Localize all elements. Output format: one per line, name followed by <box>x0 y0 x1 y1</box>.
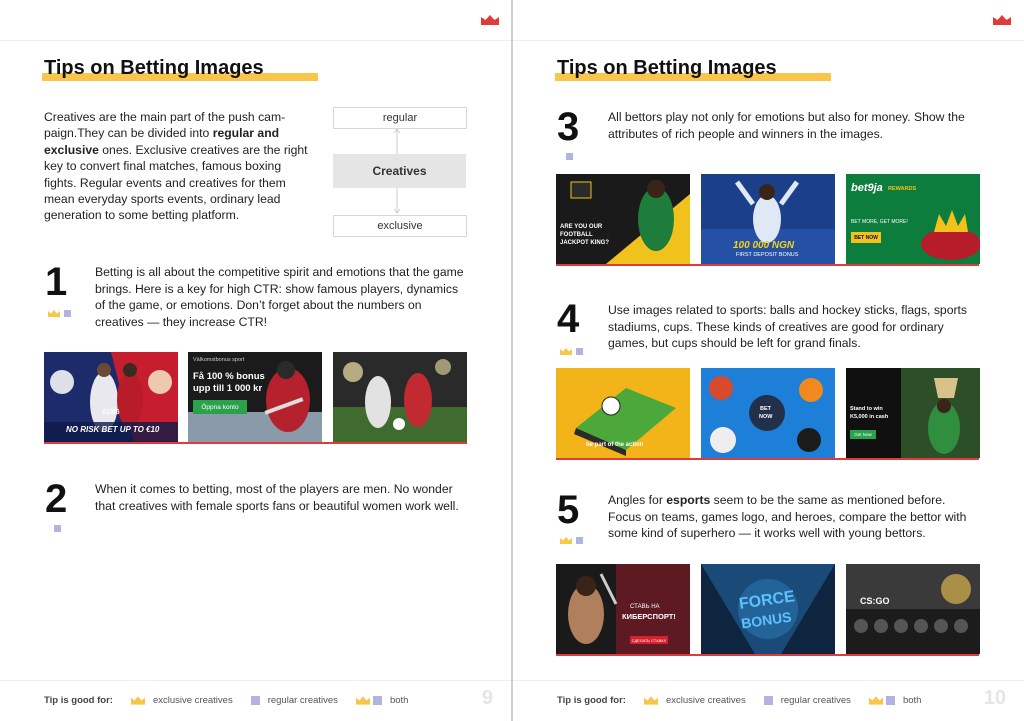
crown-icon <box>48 310 60 317</box>
banner-line1: ARE YOU OUR <box>560 224 603 230</box>
legend-both: both <box>389 694 409 706</box>
square-icon <box>566 153 573 160</box>
banner-sub: FIRST DEPOSIT BONUS <box>736 252 799 258</box>
banner-bet9ja: bet9ja REWARDS BET MORE, GET MORE! BET N… <box>846 174 980 264</box>
banner-line1: СТАВЬ НА <box>630 604 660 610</box>
tip-4-text: Use images related to sports: balls and … <box>608 303 968 351</box>
diagram-regular-box: regular <box>333 107 467 129</box>
tip-3-banners: ARE YOU OUR FOOTBALL JACKPOT KING? 100 0… <box>556 174 980 266</box>
bottom-divider <box>0 680 511 681</box>
legend-both: both <box>902 694 922 706</box>
page-left: Tips on Betting Images Creatives are the… <box>0 0 511 721</box>
banner-phone-pitch: be part of the action <box>556 368 690 458</box>
banner-bonus-line2: upp till 1 000 kr <box>193 383 263 394</box>
banner-caption: be part of the action <box>586 442 644 448</box>
legend-label: Tip is good for: <box>557 694 626 706</box>
legend: Tip is good for: exclusive creatives reg… <box>44 693 408 707</box>
tip-2-text: When it comes to betting, most of the pl… <box>95 482 459 513</box>
banner-sports-balls: BET NOW <box>701 368 835 458</box>
tip-number-3: 3 <box>557 105 580 149</box>
banner-bet-button: СДЕЛАТЬ СТАВКУ <box>630 636 668 644</box>
tip-5-text: Angles for esports seem to be the same a… <box>608 493 967 541</box>
banner-amount: 100 000 NGN <box>733 240 795 251</box>
legend-regular: regular creatives <box>780 694 851 706</box>
diagram-exclusive-box: exclusive <box>333 215 467 237</box>
banner-line3: JACKPOT KING? <box>560 240 610 246</box>
banner-underline <box>556 458 979 460</box>
tip-5-banners: СТАВЬ НА КИБЕРСПОРТ! СДЕЛАТЬ СТАВКУ FORC… <box>556 564 980 656</box>
banner-underline <box>556 264 979 266</box>
banner-jackpot-king: ARE YOU OUR FOOTBALL JACKPOT KING? <box>556 174 690 264</box>
arrow-up-icon <box>393 128 401 154</box>
legend-regular: regular creatives <box>267 694 338 706</box>
page-number: 9 <box>481 687 493 709</box>
square-icon <box>576 537 583 544</box>
page-number: 10 <box>983 687 1006 709</box>
banner-tag: BET MORE, GET MORE! <box>851 219 908 225</box>
tip-number-1: 1 <box>45 260 68 304</box>
legend-label: Tip is good for: <box>44 694 113 706</box>
banner-get-now-button: Get Now <box>850 430 876 439</box>
diagram-creatives-box: Creatives <box>333 154 466 188</box>
banner-small-text: Välkomstbonus sport <box>193 357 245 363</box>
banner-now: NOW <box>759 414 773 420</box>
banner-underline <box>44 442 467 444</box>
top-divider <box>513 40 1024 41</box>
banner-brand: bet9ja <box>851 182 883 194</box>
crown-icon <box>643 695 658 705</box>
square-icon <box>64 310 71 317</box>
square-icon <box>885 695 895 705</box>
page-title: Tips on Betting Images <box>44 57 264 79</box>
banner-trophy: Stand to win K5,000 in cash Get Now <box>846 368 980 458</box>
tip-number-4: 4 <box>557 297 580 341</box>
tip-3-text: All bettors play not only for emotions b… <box>608 110 965 141</box>
tip-1-text: Betting is all about the competitive spi… <box>95 265 464 329</box>
crown-icon <box>560 348 572 355</box>
banner-line2: FOOTBALL <box>560 232 593 238</box>
crown-icon <box>868 695 883 705</box>
arrow-down-icon <box>393 188 401 214</box>
banner-bonus-line1: Få 100 % bonus <box>193 371 265 382</box>
banner-csgo-lol: CS:GO <box>846 564 980 654</box>
banner-underline <box>556 654 979 656</box>
legend-exclusive: exclusive creatives <box>152 694 233 706</box>
banner-line1: Stand to win <box>850 406 883 412</box>
tip-number-2: 2 <box>45 477 68 521</box>
banner-cybersport: СТАВЬ НА КИБЕРСПОРТ! СДЕЛАТЬ СТАВКУ <box>556 564 690 654</box>
legend-exclusive: exclusive creatives <box>665 694 746 706</box>
banner-line2: K5,000 in cash <box>850 414 889 420</box>
legend: Tip is good for: exclusive creatives reg… <box>557 693 921 707</box>
square-icon <box>576 348 583 355</box>
top-divider <box>0 40 511 41</box>
crown-logo-icon <box>481 15 499 25</box>
banner-bet-now-button: BET NOW <box>851 232 881 243</box>
crown-icon <box>355 695 370 705</box>
square-icon <box>54 525 61 532</box>
banner-rewards: REWARDS <box>888 186 917 192</box>
banner-date: 01/06 <box>102 409 120 416</box>
banner-football-clubs: 01/06 NO RISK BET UP TO €10 <box>44 352 178 442</box>
banner-open-account-button: Öppna konto <box>193 400 247 414</box>
banner-bet: BET <box>760 406 771 412</box>
crown-logo-icon <box>993 15 1011 25</box>
page-right: Tips on Betting Images 3 All bettors pla… <box>513 0 1024 721</box>
square-icon <box>250 695 260 705</box>
banner-soccer-players <box>333 352 467 442</box>
banner-line2: КИБЕРСПОРТ! <box>622 612 676 621</box>
crown-icon <box>560 537 572 544</box>
crown-icon <box>130 695 145 705</box>
banner-hockey: Välkomstbonus sport Få 100 % bonus upp t… <box>188 352 322 442</box>
banner-csgo-text: CS:GO <box>860 596 890 606</box>
banner-force-bonus: FORCE BONUS <box>701 564 835 654</box>
page-title: Tips on Betting Images <box>557 57 777 79</box>
banner-caption: NO RISK BET UP TO €10 <box>66 425 160 434</box>
square-icon <box>372 695 382 705</box>
tip-1-banners: 01/06 NO RISK BET UP TO €10 Välkomstbonu… <box>44 352 467 444</box>
intro-paragraph: Creatives are the main part of the push … <box>44 110 308 223</box>
tip-4-banners: be part of the action BET NOW Stand to w… <box>556 368 980 460</box>
tip-number-5: 5 <box>557 488 580 532</box>
banner-ngn-bonus: 100 000 NGN FIRST DEPOSIT BONUS <box>701 174 835 264</box>
bottom-divider <box>513 680 1024 681</box>
square-icon <box>763 695 773 705</box>
